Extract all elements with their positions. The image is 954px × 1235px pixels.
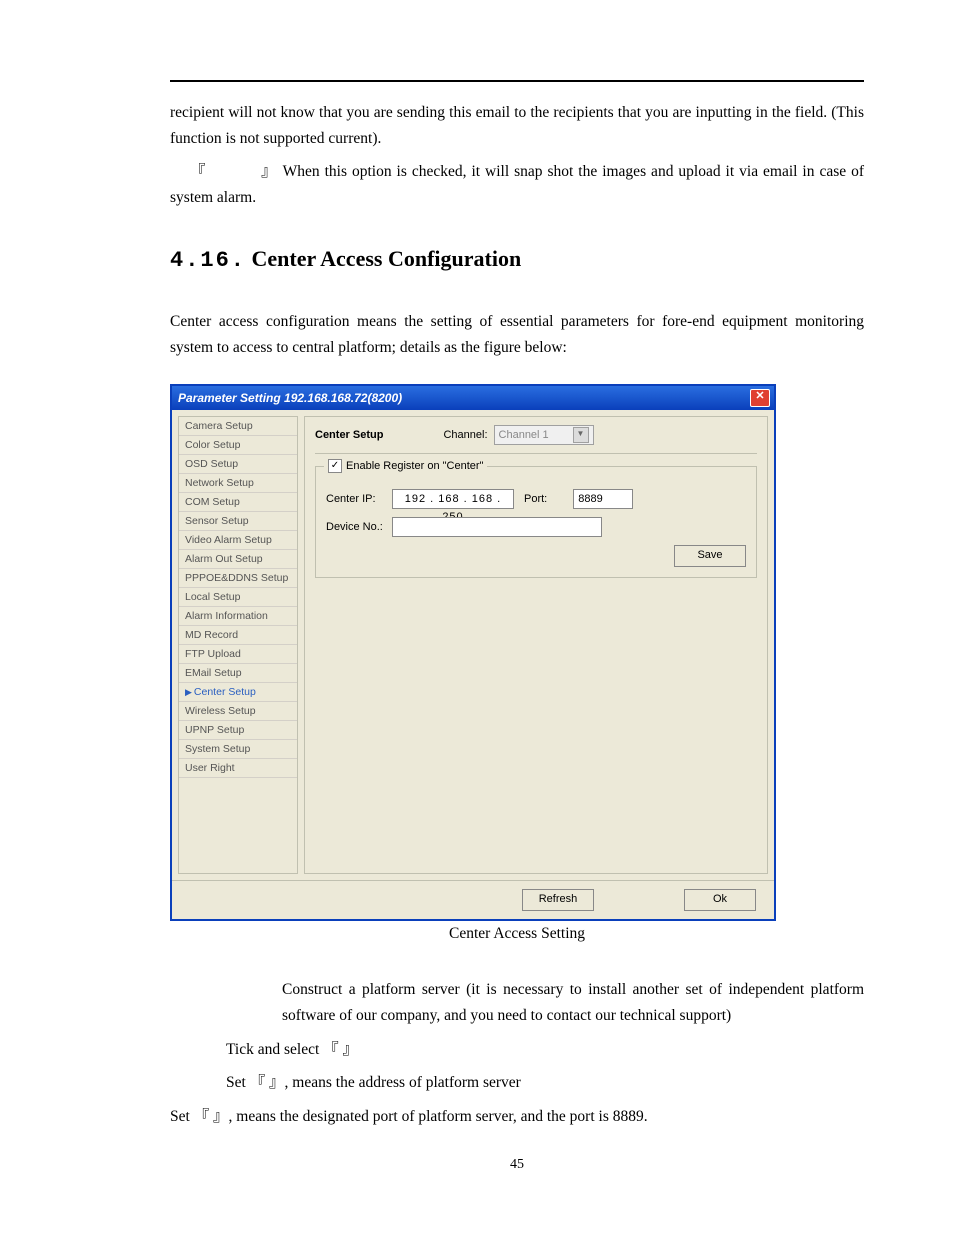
sidebar-item-system-setup[interactable]: System Setup	[179, 740, 297, 759]
device-no-label: Device No.:	[326, 521, 386, 533]
center-ip-input[interactable]: 192 . 168 . 168 . 250	[392, 489, 514, 509]
sidebar-item-wireless-setup[interactable]: Wireless Setup	[179, 702, 297, 721]
sidebar-item-camera-setup[interactable]: Camera Setup	[179, 417, 297, 436]
channel-label: Channel:	[443, 429, 487, 441]
sidebar-item-osd-setup[interactable]: OSD Setup	[179, 455, 297, 474]
port-input[interactable]: 8889	[573, 489, 633, 509]
center-ip-label: Center IP:	[326, 493, 386, 505]
parameter-setting-dialog: Parameter Setting 192.168.168.72(8200) ✕…	[170, 384, 776, 921]
sidebar-item-com-setup[interactable]: COM Setup	[179, 493, 297, 512]
sidebar-item-md-record[interactable]: MD Record	[179, 626, 297, 645]
paragraph-set-ip: Set 『 』, means the address of platform s…	[226, 1070, 864, 1096]
content-panel: Center Setup Channel: Channel 1 ▼ ✓ Enab…	[304, 416, 768, 874]
setup-sidebar: Camera Setup Color Setup OSD Setup Netwo…	[178, 416, 298, 874]
paragraph-bcc: recipient will not know that you are sen…	[170, 100, 864, 151]
close-button[interactable]: ✕	[750, 389, 770, 407]
sidebar-item-alarm-out-setup[interactable]: Alarm Out Setup	[179, 550, 297, 569]
sidebar-item-color-setup[interactable]: Color Setup	[179, 436, 297, 455]
sidebar-item-pppoe-ddns-setup[interactable]: PPPOE&DDNS Setup	[179, 569, 297, 588]
ok-button[interactable]: Ok	[684, 889, 756, 911]
enable-register-label: Enable Register on "Center"	[346, 460, 483, 472]
sidebar-item-ftp-upload[interactable]: FTP Upload	[179, 645, 297, 664]
section-heading: 4.16. Center Access Configuration	[170, 246, 864, 273]
enable-register-checkbox[interactable]: ✓	[328, 459, 342, 473]
sidebar-item-upnp-setup[interactable]: UPNP Setup	[179, 721, 297, 740]
sidebar-item-sensor-setup[interactable]: Sensor Setup	[179, 512, 297, 531]
sidebar-item-alarm-information[interactable]: Alarm Information	[179, 607, 297, 626]
chevron-down-icon: ▼	[573, 427, 589, 443]
save-button[interactable]: Save	[674, 545, 746, 567]
refresh-button[interactable]: Refresh	[522, 889, 594, 911]
panel-title: Center Setup	[315, 429, 383, 441]
paragraph-tick: Tick and select 『 』	[226, 1037, 864, 1063]
channel-dropdown[interactable]: Channel 1 ▼	[494, 425, 594, 445]
sidebar-item-network-setup[interactable]: Network Setup	[179, 474, 297, 493]
page-number: 45	[170, 1157, 864, 1173]
paragraph-set-port: Set 『 』, means the designated port of pl…	[170, 1104, 864, 1130]
sidebar-item-user-right[interactable]: User Right	[179, 759, 297, 778]
paragraph-construct: Construct a platform server (it is neces…	[226, 977, 864, 1028]
paragraph-snapshot: 『 』 When this option is checked, it will…	[170, 159, 864, 210]
device-no-input[interactable]	[392, 517, 602, 537]
sidebar-item-email-setup[interactable]: EMail Setup	[179, 664, 297, 683]
center-fieldset: ✓ Enable Register on "Center" Center IP:…	[315, 466, 757, 578]
figure-caption: Center Access Setting	[170, 925, 864, 943]
titlebar: Parameter Setting 192.168.168.72(8200) ✕	[172, 386, 774, 410]
sidebar-item-local-setup[interactable]: Local Setup	[179, 588, 297, 607]
selection-indicator-icon: ▶	[185, 687, 192, 697]
sidebar-item-video-alarm-setup[interactable]: Video Alarm Setup	[179, 531, 297, 550]
port-label: Port:	[524, 493, 547, 505]
window-title: Parameter Setting 192.168.168.72(8200)	[178, 391, 402, 405]
paragraph-intro: Center access configuration means the se…	[170, 309, 864, 360]
sidebar-item-center-setup[interactable]: ▶Center Setup	[179, 683, 297, 702]
